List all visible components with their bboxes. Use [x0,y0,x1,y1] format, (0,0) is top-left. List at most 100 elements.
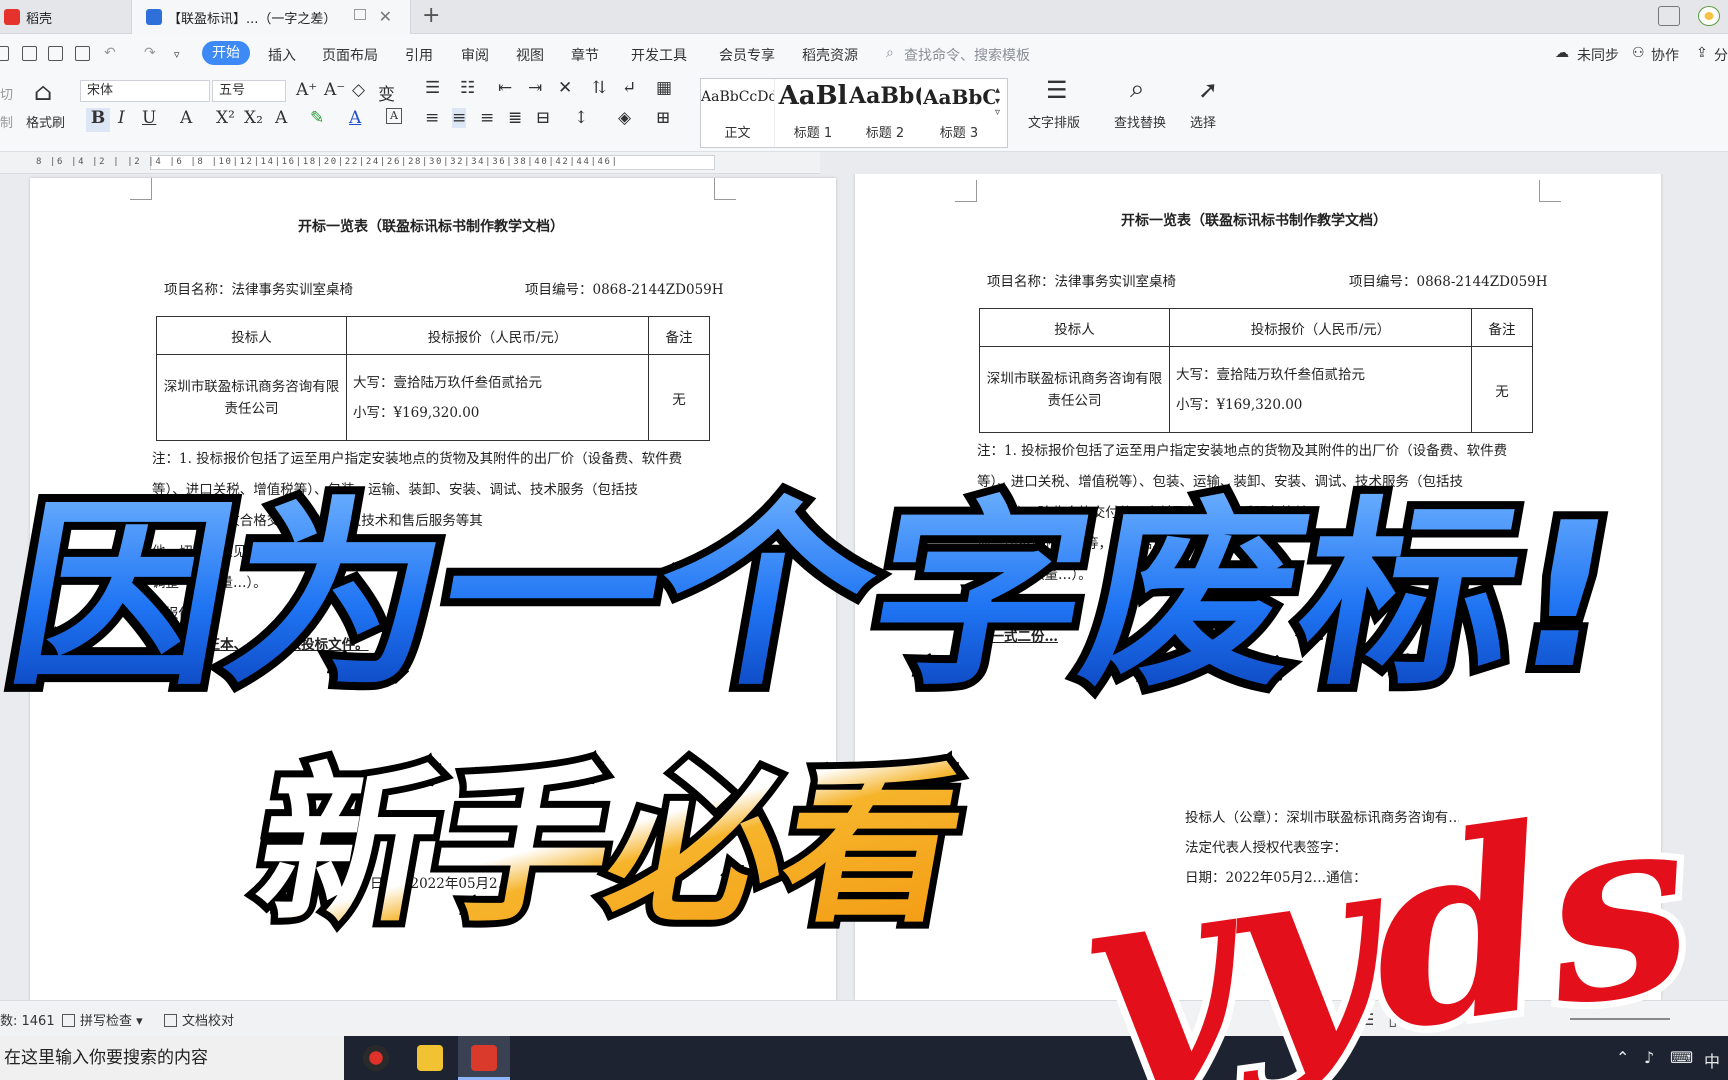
style-heading-2[interactable]: AaBb( 标题 2 [849,79,921,147]
sort-icon[interactable]: ⇅ [592,78,606,98]
font-color-icon[interactable]: A [349,108,361,128]
document-page-left[interactable]: 开标一览表（联盈标讯标书制作教学文档） 项目名称：法律事务实训室桌椅 项目编号：… [30,178,836,1000]
numbering-icon[interactable]: ☷ [460,78,475,98]
word-count[interactable]: 数: 1461 [0,1010,55,1029]
doc-proof-button[interactable]: 文档校对 [164,1010,234,1029]
underline-icon[interactable]: U [142,108,156,128]
sync-status[interactable]: 未同步 [1577,45,1619,65]
char-border-icon[interactable]: A [386,108,402,124]
print-icon[interactable] [48,46,63,61]
paragraph-mark-icon[interactable]: ↵ [622,78,636,98]
cut-button[interactable]: 切 [0,84,13,103]
format-painter-button[interactable]: 格式刷 [26,112,65,131]
tab-developer[interactable]: 开发工具 [631,45,687,65]
style-heading-1[interactable]: AaBl 标题 1 [777,79,849,147]
view-mode-icons[interactable]: ☰▯⊕✎ [1360,1010,1466,1029]
tab-daoke-resources[interactable]: 稻壳资源 [802,45,858,65]
table-insert-icon[interactable]: ▦ [656,78,672,98]
indent-icon[interactable]: ⇥ [528,78,542,98]
copy-button[interactable]: 制 [0,112,13,131]
tab-review[interactable]: 审阅 [461,45,489,65]
tab-insert[interactable]: 插入 [268,45,296,65]
tab-chapter[interactable]: 章节 [571,45,599,65]
select-cursor-icon[interactable]: ➚ [1198,76,1218,104]
italic-icon[interactable]: I [118,108,125,128]
preview-icon[interactable] [75,46,90,61]
remark-cell: 无 [648,354,710,441]
align-center-icon[interactable]: ≡ [452,108,467,128]
crop-mark [714,178,736,200]
note-line: 注：1. 投标报价包括了运至用户指定安装地点的货物及其附件的出厂价（设备费、软件… [152,451,683,467]
align-right-icon[interactable]: ≡ [480,108,494,128]
tab-page-layout[interactable]: 页面布局 [322,45,378,65]
chevron-down-icon[interactable]: ▿ [174,48,180,61]
undo-icon[interactable]: ↶ [104,45,116,61]
user-avatar-icon[interactable] [1698,6,1720,26]
chinese-layout-icon[interactable]: ✕ [558,78,572,98]
align-left-icon[interactable]: ≡ [425,108,439,128]
outdent-icon[interactable]: ⇤ [498,78,512,98]
phonetic-guide-icon[interactable]: 变 [378,80,395,105]
font-size-select[interactable]: 五号 [212,80,286,102]
find-replace-button[interactable]: 查找替换 [1114,112,1166,131]
taskbar-app-wps[interactable] [458,1036,510,1080]
style-gallery: AaBbCcDd 正文 AaBl 标题 1 AaBb( 标题 2 AaBbC 标… [700,78,1008,148]
layout-icon[interactable] [1658,6,1680,26]
line-spacing-icon[interactable]: ↕ [574,108,588,128]
document-page-right[interactable]: 开标一览表（联盈标讯标书制作教学文档） 项目名称：法律事务实训室桌椅 项目编号：… [855,174,1661,1000]
window-pin-icon[interactable] [354,9,366,20]
command-search-input[interactable]: 查找命令、搜索模板 [904,45,1030,65]
bold-icon[interactable]: B [86,108,110,132]
tab-view[interactable]: 视图 [516,45,544,65]
distribute-icon[interactable]: ⊟ [536,108,550,128]
style-normal[interactable]: AaBbCcDd 正文 [701,79,775,147]
save-icon[interactable] [22,46,37,61]
subscript-icon[interactable]: X₂ [244,108,263,128]
close-icon[interactable]: ✕ [379,7,392,26]
font-family-select[interactable]: 宋体 [80,80,210,102]
borders-icon[interactable]: ⊞ [656,108,670,128]
file-icon[interactable] [0,46,9,61]
grow-font-icon[interactable]: A⁺ [296,80,317,100]
redo-icon[interactable]: ↷ [144,45,156,61]
highlight-icon[interactable]: ✎ [310,108,324,128]
horizontal-ruler[interactable]: 8 |6 |4 |2 | |2 |4 |6 |8 |10|12|14|16|18… [0,152,820,174]
gallery-scroll-icon[interactable]: ▴ ▾ ▿ [995,85,1000,118]
price-cell: 大写：壹拾陆万玖仟叁佰贰拾元 小写：¥169,320.00 [1169,346,1472,433]
spell-check-button[interactable]: 拼写检查 ▾ [62,1010,143,1029]
folder-icon [417,1045,443,1071]
document-area[interactable]: 开标一览表（联盈标讯标书制作教学文档） 项目名称：法律事务实训室桌椅 项目编号：… [0,174,1728,1000]
shrink-font-icon[interactable]: A⁻ [324,80,345,100]
style-heading-3[interactable]: AaBbC 标题 3 [923,79,995,147]
tab-start[interactable]: 开始 [202,41,250,65]
collab-button[interactable]: 协作 [1651,45,1679,65]
tab-references[interactable]: 引用 [405,45,433,65]
strikethrough-icon[interactable]: A [180,108,192,128]
taskbar-app-explorer[interactable] [404,1036,456,1080]
text-layout-icon[interactable]: ☰ [1046,76,1068,104]
justify-icon[interactable]: ≣ [508,108,522,128]
share-button[interactable]: 分 [1714,45,1728,65]
select-button[interactable]: 选择 [1190,112,1216,131]
tray-up-icon[interactable]: ⌃ [1616,1048,1629,1067]
tray-keyboard-icon[interactable]: ⌨ [1670,1048,1693,1067]
taskbar-app-recorder[interactable] [350,1036,402,1080]
bullets-icon[interactable]: ☰ [425,78,440,98]
clear-format-icon[interactable]: ◇ [352,80,365,100]
tab-document[interactable]: 【联盈标讯】...（一字之差） ✕ [131,0,411,34]
text-layout-button[interactable]: 文字排版 [1028,112,1080,131]
text-effect-icon[interactable]: A [275,108,287,128]
style-name: 正文 [724,126,751,141]
superscript-icon[interactable]: X² [216,108,235,128]
zoom-slider[interactable] [1570,1018,1670,1020]
new-tab-icon[interactable]: + [422,3,440,28]
tab-daoke[interactable]: 稻壳 [0,0,128,34]
tab-member[interactable]: 会员专享 [719,45,775,65]
tray-speaker-icon[interactable]: ♪ [1644,1048,1654,1067]
shading-icon[interactable]: ◈ [618,108,631,128]
find-icon[interactable]: ⌕ [1130,74,1145,105]
tray-ime[interactable]: 中 [1704,1048,1720,1072]
format-painter-icon[interactable]: ⌂ [34,78,52,106]
note-line: 他一切不可预见费等，项目结算时不作 [152,544,382,560]
taskbar-search-input[interactable]: 在这里输入你要搜索的内容 [0,1036,344,1080]
